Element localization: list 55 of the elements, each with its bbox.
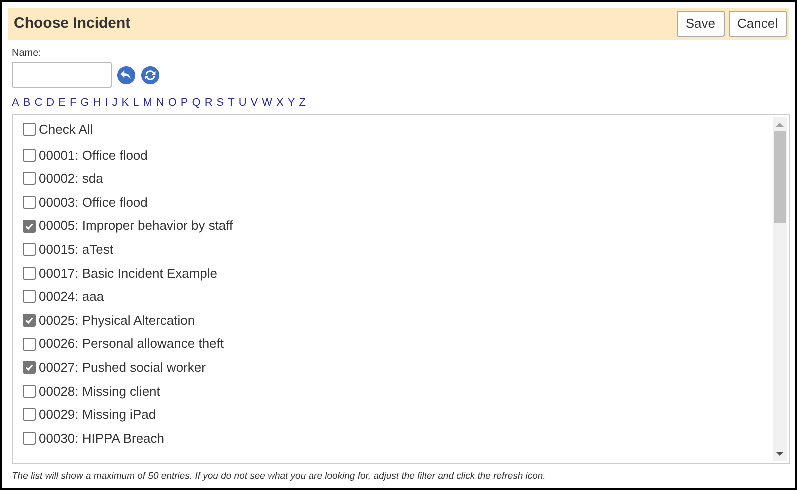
checkmark-icon (25, 316, 34, 326)
letter-link[interactable]: J (112, 97, 118, 110)
checkmark-icon (25, 363, 34, 372)
incident-checkbox[interactable]: Check All (23, 118, 773, 142)
letter-link[interactable]: U (238, 97, 247, 110)
scroll-down-icon[interactable] (776, 450, 784, 458)
incident-checkbox[interactable]: 00026: Personal allowance theft (23, 332, 773, 356)
incident-checkbox[interactable]: 00027: Pushed social worker (23, 356, 773, 380)
letter-link[interactable]: R (204, 97, 213, 110)
scroll-thumb[interactable] (774, 131, 786, 223)
save-button[interactable]: Save (676, 11, 725, 37)
refresh-icon[interactable] (141, 66, 160, 84)
name-input[interactable] (12, 62, 112, 88)
incident-checkbox[interactable]: 00017: Basic Incident Example (23, 262, 773, 286)
footer-note: The list will show a maximum of 50 entries. If you do not see what you are looking for, adjust the filter and click the refresh icon. (12, 470, 547, 484)
incident-checkbox[interactable]: 00002: sda (23, 167, 773, 191)
letter-link[interactable]: Y (288, 97, 296, 110)
letter-link[interactable]: W (262, 97, 273, 110)
letter-link[interactable]: V (250, 97, 258, 110)
letter-link[interactable]: X (276, 97, 284, 110)
incident-checkbox[interactable]: 00025: Physical Altercation (23, 308, 773, 332)
letter-link[interactable]: S (216, 97, 224, 110)
letter-link[interactable]: B (23, 97, 31, 110)
undo-icon[interactable] (117, 66, 136, 84)
letter-link[interactable]: M (143, 97, 152, 110)
letter-link[interactable]: K (122, 97, 130, 110)
letter-link[interactable]: E (58, 97, 66, 110)
letter-link[interactable]: H (93, 97, 102, 110)
letter-link[interactable]: F (70, 97, 77, 110)
letter-link[interactable]: O (168, 97, 177, 110)
incident-checkbox[interactable]: 00015: aTest (23, 238, 773, 262)
letter-link[interactable]: I (105, 97, 108, 110)
letter-link[interactable]: T (228, 97, 235, 110)
letter-link[interactable]: Z (299, 97, 306, 110)
letter-link[interactable]: A (12, 97, 20, 110)
letter-link[interactable]: N (156, 97, 164, 110)
incident-checkbox[interactable]: 00003: Office flood (23, 190, 773, 214)
scrollbar[interactable] (773, 117, 787, 461)
incident-checkbox[interactable]: 00001: Office flood (23, 144, 773, 168)
letter-link[interactable]: G (80, 97, 90, 110)
incident-checkbox[interactable]: 00029: Missing iPad (23, 403, 773, 427)
incident-checkbox[interactable]: 00028: Missing client (23, 380, 773, 404)
incident-checkbox[interactable]: 00024: aaa (23, 285, 773, 309)
scroll-up-icon[interactable] (776, 121, 784, 129)
name-label: Name: (12, 48, 42, 60)
letter-link[interactable]: L (133, 97, 140, 110)
letter-link[interactable]: P (180, 97, 188, 110)
dialog-title: Choose Incident (14, 14, 131, 34)
cancel-button[interactable]: Cancel (728, 11, 787, 37)
letter-link[interactable]: Q (192, 97, 201, 110)
incident-checkbox[interactable]: 00005: Improper behavior by staff (23, 214, 773, 238)
checkmark-icon (25, 222, 34, 231)
letter-link[interactable]: D (46, 97, 55, 110)
incident-checkbox[interactable]: 00030: HIPPA Breach (23, 426, 773, 450)
letter-link[interactable]: C (34, 97, 43, 110)
